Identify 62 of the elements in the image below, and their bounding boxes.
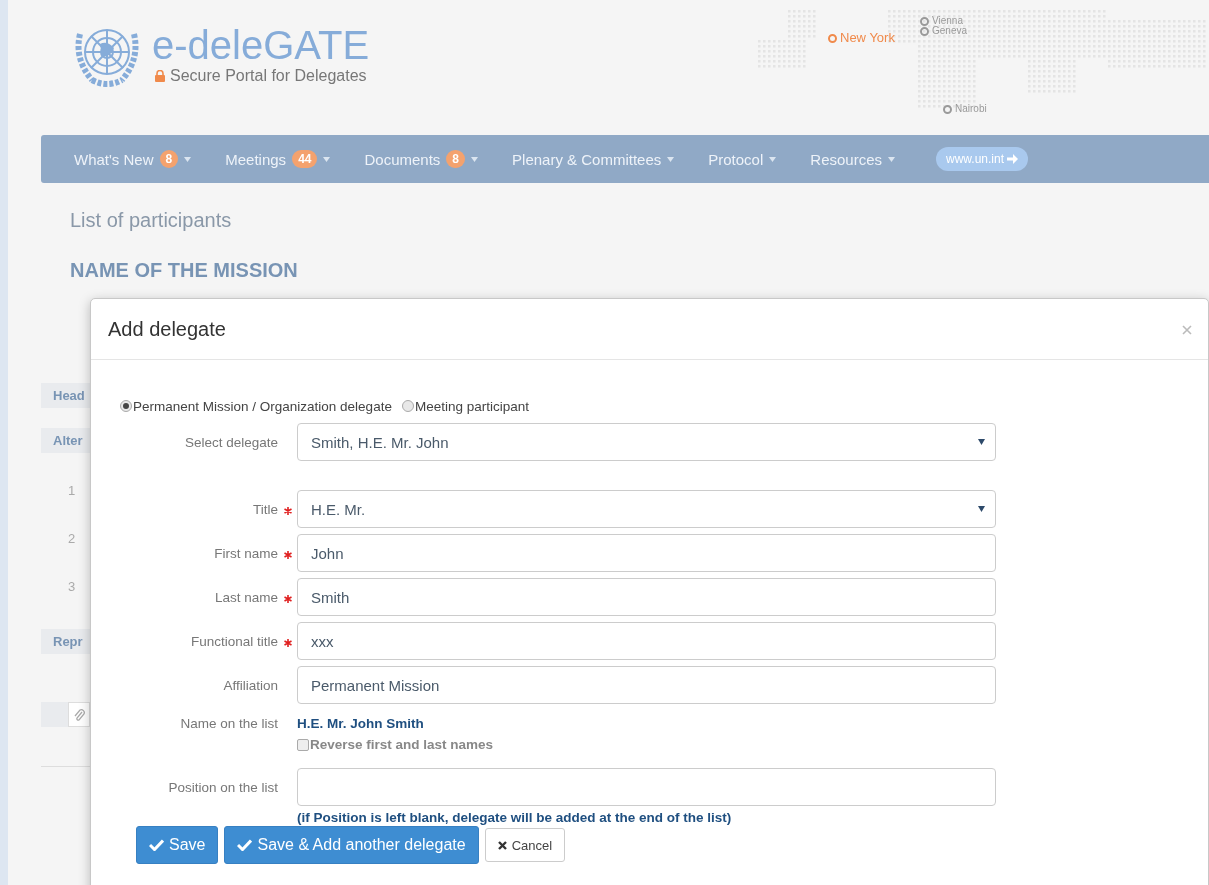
section-header: Repr [41, 629, 90, 654]
input-field[interactable]: John [297, 534, 996, 572]
field-label: Title [252, 501, 278, 517]
count-badge: 8 [446, 150, 466, 168]
lock-icon [155, 70, 165, 82]
mission-name: NAME OF THE MISSION [70, 259, 299, 283]
caret-icon [888, 156, 895, 162]
field-label: Functional title [189, 633, 278, 649]
radio-option[interactable]: Meeting participant [401, 398, 529, 414]
dropdown-arrow-icon [978, 506, 985, 512]
field-label: Affiliation [222, 677, 278, 693]
close-icon [497, 840, 507, 850]
field-label: Last name [213, 589, 278, 605]
save-button[interactable]: Save & Add another delegate [224, 826, 479, 864]
input-field[interactable]: Smith [297, 578, 996, 616]
input-field[interactable]: xxx [297, 622, 996, 660]
row-number: 1 [68, 483, 76, 500]
nav-menu-item[interactable]: Documents 8 [364, 150, 479, 168]
name-preview: H.E. Mr. John Smith [297, 716, 425, 731]
row-number: 2 [68, 531, 76, 548]
select-field[interactable]: H.E. Mr. [297, 490, 996, 528]
checkmark-icon [149, 839, 164, 851]
input-field[interactable]: Permanent Mission [297, 666, 996, 704]
count-badge: 44 [292, 150, 318, 168]
count-badge: 8 [159, 150, 179, 168]
logo-subtitle: Secure Portal for Delegates [170, 67, 367, 85]
save-button[interactable]: Save [136, 826, 219, 864]
select-field[interactable]: Smith, H.E. Mr. John [297, 423, 996, 461]
reverse-names-checkbox[interactable]: Reverse first and last names [297, 737, 996, 752]
nav-menu-item[interactable]: Protocol [708, 150, 777, 168]
caret-icon [471, 156, 479, 162]
logo-title: e-deleGATE [152, 23, 370, 67]
caret-icon [323, 156, 331, 162]
cancel-button[interactable]: Cancel [484, 828, 566, 862]
dropdown-arrow-icon [978, 439, 985, 445]
field-label: Select delegate [183, 434, 278, 450]
paperclip-icon [73, 707, 85, 722]
city-label: Geneva [932, 25, 968, 37]
city-label: Nairobi [955, 103, 987, 115]
city-label: Vienna [932, 15, 963, 26]
field-label: Name on the list [179, 716, 278, 731]
field-label: Position on the list [167, 779, 278, 795]
attach-button[interactable] [68, 702, 90, 727]
section-header: Head [41, 383, 90, 408]
caret-icon [667, 156, 675, 162]
nav-menu-item[interactable]: Meetings 44 [225, 150, 331, 168]
radio-option[interactable]: Permanent Mission / Organization delegate [120, 398, 392, 414]
dialog-title: Add delegate [108, 317, 226, 341]
page-title: List of participants [70, 209, 233, 233]
nav-menu-item[interactable]: Resources [810, 150, 895, 168]
caret-icon [769, 156, 777, 162]
field-label: First name [213, 545, 278, 561]
checkmark-icon [237, 839, 253, 851]
nav-menu-item[interactable]: Plenary & Committees [512, 150, 675, 168]
hint-text: (if Position is left blank, delegate will be added at the end of the list) [297, 810, 733, 825]
section-header: Alter [41, 428, 90, 453]
nav-menu-item[interactable]: What's New 8 [74, 150, 192, 168]
row-number: 3 [68, 579, 76, 596]
input-field[interactable] [297, 768, 996, 806]
caret-icon [184, 156, 192, 162]
city-label: New York [840, 32, 895, 44]
arrow-right-icon [1007, 154, 1019, 164]
